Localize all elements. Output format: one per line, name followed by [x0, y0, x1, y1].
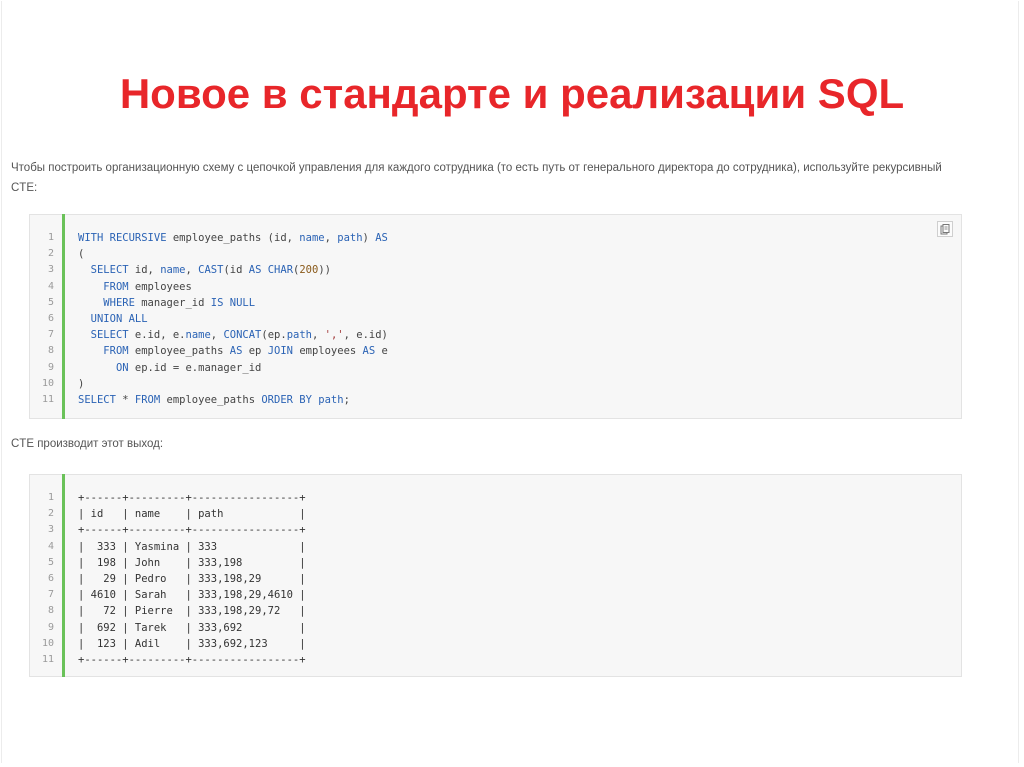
output-text: | 72 | Pierre | 333,198,29,72 |	[78, 605, 306, 618]
code-line: 3 SELECT id, name, CAST(id AS CHAR(200))	[30, 262, 961, 278]
line-number: 5	[47, 556, 54, 568]
code-line: 10)	[30, 376, 961, 392]
line-number: 1	[47, 232, 54, 243]
code-line: 3 +------+---------+-----------------+	[30, 522, 961, 538]
line-number: 5	[47, 296, 54, 308]
code-line: 2 | id | name | path |	[30, 506, 961, 522]
code-text: SELECT e.id, e.name, CONCAT(ep.path, ','…	[90, 329, 388, 342]
slide-title: Новое в стандарте и реализации SQL	[119, 70, 905, 117]
code-line: 8 FROM employee_paths AS ep JOIN employe…	[30, 343, 961, 359]
code-line: 9 | 692 | Tarek | 333,692 |	[30, 620, 961, 636]
code-line: 7 SELECT e.id, e.name, CONCAT(ep.path, '…	[30, 327, 961, 343]
code-line: 9 ON ep.id = e.manager_id	[30, 360, 961, 376]
code-line: 11 +------+---------+-----------------+	[30, 652, 961, 668]
output-text: | 198 | John | 333,198 |	[78, 556, 306, 569]
line-number: 9	[47, 621, 54, 633]
sql-code-block: 1 WITH RECURSIVE employee_paths (id, name…	[29, 214, 962, 419]
line-number: 2	[47, 248, 54, 260]
code-text: )	[78, 377, 85, 390]
code-text: UNION ALL	[90, 312, 148, 325]
code-line: 7 | 4610 | Sarah | 333,198,29,4610 |	[30, 587, 961, 603]
output-code-lines: 1 +------+---------+-----------------+ 2 |…	[30, 490, 961, 668]
code-line: 5 | 198 | John | 333,198 |	[30, 555, 961, 571]
code-text: FROM employees	[103, 280, 192, 293]
code-line: 11 SELECT * FROM employee_paths ORDER BY …	[30, 392, 961, 408]
intro-paragraph: Чтобы построить организационную схему с …	[11, 162, 942, 194]
code-text: (	[78, 248, 85, 261]
output-text: +------+---------+-----------------+	[78, 524, 306, 537]
line-number: 8	[47, 605, 54, 617]
line-number: 10	[41, 637, 54, 649]
line-number: 8	[47, 345, 54, 357]
line-number: 11	[41, 653, 54, 665]
code-line: 1 +------+---------+-----------------+	[30, 490, 961, 506]
line-number: 3	[47, 524, 54, 536]
output-text: | 29 | Pedro | 333,198,29 |	[78, 572, 306, 585]
output-text: | 4610 | Sarah | 333,198,29,4610 |	[78, 589, 306, 602]
code-text: WITH RECURSIVE employee_paths (id, name,…	[78, 232, 388, 244]
code-line: 5 WHERE manager_id IS NULL	[30, 295, 961, 311]
line-number: 1	[47, 492, 54, 503]
line-number: 6	[47, 572, 54, 584]
code-line: 4 FROM employees	[30, 279, 961, 295]
code-text: SELECT id, name, CAST(id AS CHAR(200))	[90, 264, 331, 277]
code-text: SELECT * FROM employee_paths ORDER BY pa…	[78, 393, 350, 406]
sql-code-lines: 1 WITH RECURSIVE employee_paths (id, name…	[30, 230, 961, 408]
code-line: 2(	[30, 246, 961, 262]
code-line: 6 UNION ALL	[30, 311, 961, 327]
code-line: 1 WITH RECURSIVE employee_paths (id, name…	[30, 230, 961, 246]
line-number: 7	[47, 589, 54, 601]
code-text: WHERE manager_id IS NULL	[103, 296, 256, 309]
line-number: 10	[41, 377, 54, 389]
line-number: 7	[47, 329, 54, 341]
output-text: | 123 | Adil | 333,692,123 |	[78, 637, 306, 650]
output-text: | 333 | Yasmina | 333 |	[78, 540, 306, 553]
code-text: ON ep.id = e.manager_id	[115, 361, 262, 374]
line-number: 2	[47, 508, 54, 520]
line-number: 4	[47, 280, 54, 292]
output-code-block: 1 +------+---------+-----------------+ 2 |…	[29, 474, 962, 677]
line-number: 3	[47, 264, 54, 276]
line-number: 6	[47, 312, 54, 324]
code-line: 10 | 123 | Adil | 333,692,123 |	[30, 636, 961, 652]
output-text: | id | name | path |	[78, 508, 306, 521]
code-line: 8 | 72 | Pierre | 333,198,29,72 |	[30, 603, 961, 619]
output-text: +------+---------+-----------------+	[78, 492, 306, 504]
code-line: 6 | 29 | Pedro | 333,198,29 |	[30, 571, 961, 587]
output-label: CTE производит этот выход:	[11, 438, 164, 450]
line-number: 9	[47, 361, 54, 373]
code-text: FROM employee_paths AS ep JOIN employees…	[103, 345, 388, 358]
line-number: 4	[47, 540, 54, 552]
output-text: +------+---------+-----------------+	[78, 653, 306, 666]
line-number: 11	[41, 393, 54, 405]
code-line: 4 | 333 | Yasmina | 333 |	[30, 539, 961, 555]
output-text: | 692 | Tarek | 333,692 |	[78, 621, 306, 634]
